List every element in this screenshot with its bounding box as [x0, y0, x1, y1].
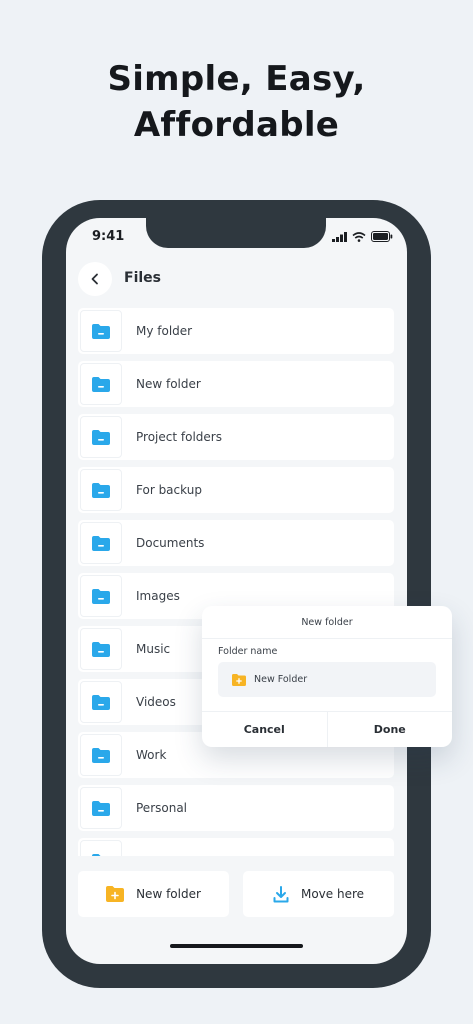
folder-icon — [92, 747, 110, 763]
notch — [146, 218, 326, 248]
folder-label: Music — [136, 642, 171, 656]
folder-icon-box — [80, 469, 122, 511]
chevron-left-icon — [91, 273, 98, 285]
folder-icon-box — [80, 310, 122, 352]
folder-plus-icon — [232, 673, 246, 686]
folder-label: New folder — [136, 377, 201, 391]
headline-line-1: Simple, Easy, — [107, 59, 366, 99]
folder-row-documents[interactable]: Documents — [78, 520, 394, 566]
folder-label: For backup — [136, 483, 202, 497]
folder-icon-box — [80, 681, 122, 723]
folder-icon — [92, 694, 110, 710]
folder-icon-box — [80, 363, 122, 405]
dialog-title: New folder — [202, 606, 452, 639]
new-folder-label: New folder — [136, 887, 201, 901]
folder-icon — [92, 535, 110, 551]
phone-frame: 9:41 Files My folder New folder Project … — [42, 200, 431, 988]
wifi-icon — [352, 231, 366, 242]
folder-name-label: Folder name — [218, 646, 278, 657]
folder-icon — [92, 588, 110, 604]
new-folder-button[interactable]: New folder — [78, 871, 229, 917]
folder-icon — [92, 641, 110, 657]
folder-icon-box — [80, 575, 122, 617]
phone-screen: 9:41 Files My folder New folder Project … — [66, 218, 407, 964]
status-icons — [332, 231, 393, 242]
folder-icon — [92, 800, 110, 816]
folder-label: My folder — [136, 324, 193, 338]
folder-row-personal[interactable]: Personal — [78, 785, 394, 831]
status-time: 9:41 — [92, 229, 125, 244]
folder-icon-box — [80, 840, 122, 856]
dialog-actions: Cancel Done — [202, 711, 452, 747]
folder-label: Documents — [136, 536, 205, 550]
folder-icon-box — [80, 734, 122, 776]
move-here-label: Move here — [300, 887, 365, 901]
back-button[interactable] — [78, 262, 112, 296]
folder-label: Project folders — [136, 430, 222, 444]
headline-line-2: Affordable — [133, 105, 340, 145]
folder-row-partial[interactable] — [78, 838, 394, 856]
battery-icon — [371, 231, 393, 242]
new-folder-dialog: New folder Folder name New Folder Cancel… — [202, 606, 452, 747]
home-indicator — [170, 944, 303, 948]
headline: Simple, Easy, Affordable — [0, 56, 473, 148]
folder-icon — [92, 323, 110, 339]
folder-row-for-backup[interactable]: For backup — [78, 467, 394, 513]
bottom-action-bar: New folder Move here — [66, 860, 407, 930]
folder-label: Videos — [136, 695, 176, 709]
done-button[interactable]: Done — [328, 712, 453, 747]
move-here-button[interactable]: Move here — [243, 871, 394, 917]
folder-icon — [92, 376, 110, 392]
folder-name-input[interactable]: New Folder — [218, 662, 436, 697]
folder-icon-box — [80, 416, 122, 458]
folder-icon — [92, 853, 110, 856]
folder-icon-box — [80, 787, 122, 829]
folder-icon — [92, 482, 110, 498]
folder-label: Work — [136, 748, 167, 762]
page-title: Files — [124, 270, 161, 286]
folder-icon — [92, 429, 110, 445]
cancel-button[interactable]: Cancel — [202, 712, 328, 747]
folder-icon-box — [80, 628, 122, 670]
folder-plus-icon — [106, 886, 125, 902]
folder-row-project-folders[interactable]: Project folders — [78, 414, 394, 460]
folder-row-my-folder[interactable]: My folder — [78, 308, 394, 354]
folder-label: Images — [136, 589, 180, 603]
folder-label: Personal — [136, 801, 188, 815]
folder-list: My folder New folder Project folders For… — [78, 308, 394, 856]
download-icon — [273, 885, 289, 902]
folder-row-new-folder[interactable]: New folder — [78, 361, 394, 407]
folder-name-value: New Folder — [254, 674, 308, 685]
folder-icon-box — [80, 522, 122, 564]
signal-icon — [332, 231, 347, 242]
